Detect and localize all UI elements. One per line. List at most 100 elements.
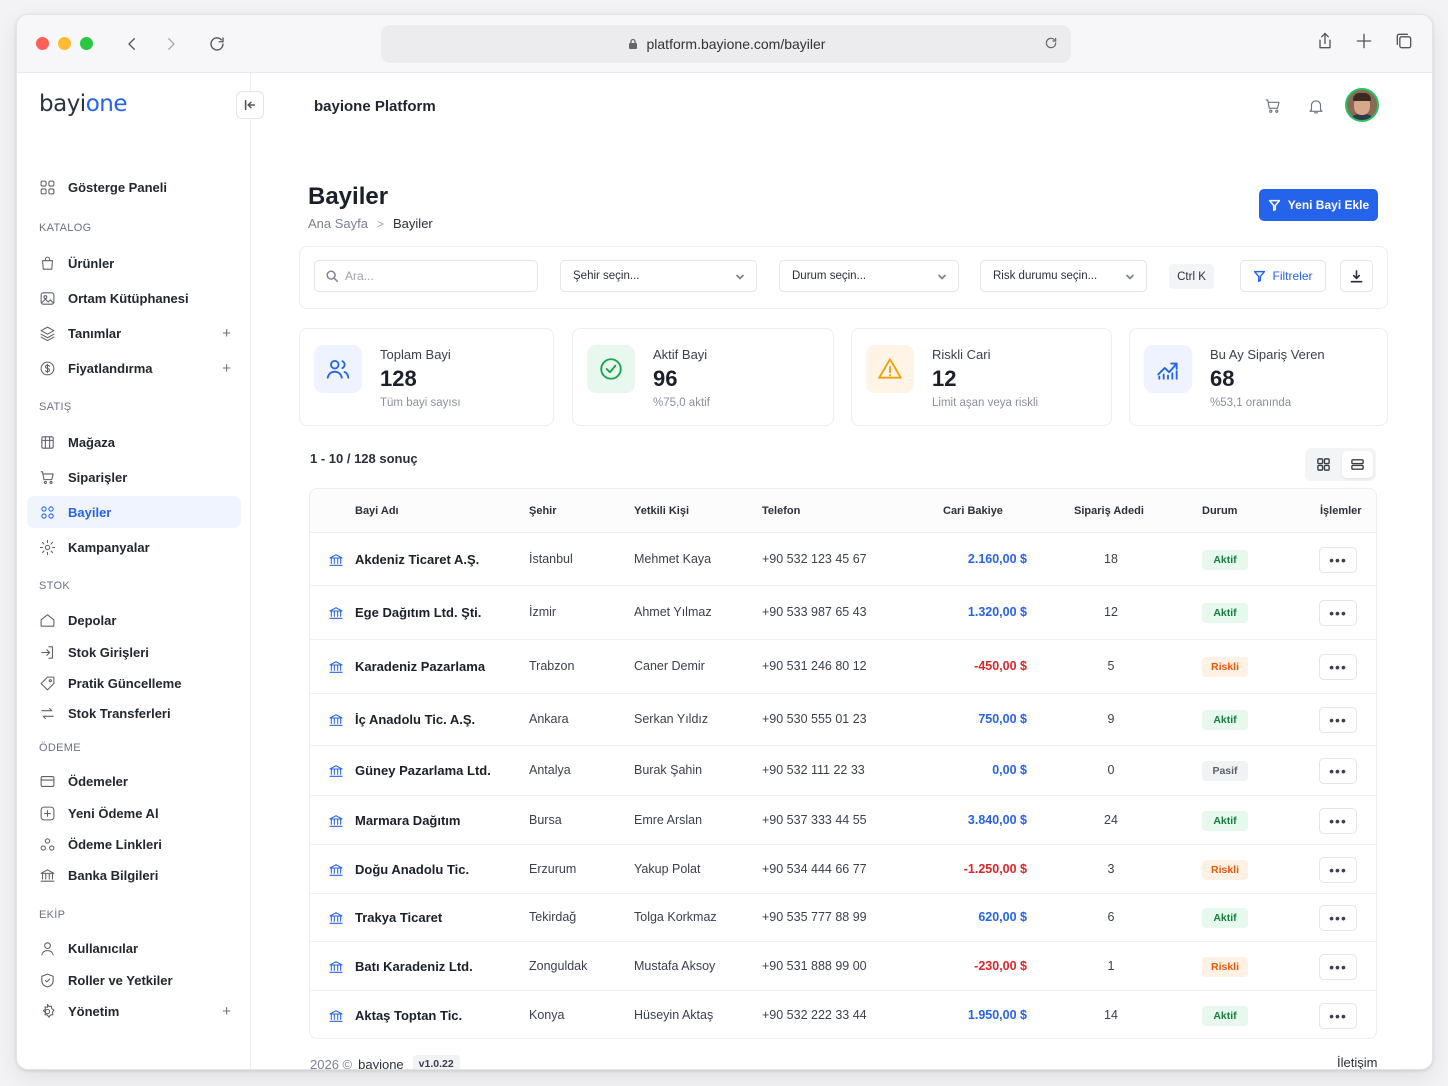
- contact-link[interactable]: İletişim: [1337, 1055, 1377, 1069]
- sidebar-item-yeni-odeme-al[interactable]: Yeni Ödeme Al: [27, 797, 241, 829]
- dealer-name[interactable]: Karadeniz Pazarlama: [355, 659, 485, 674]
- dealer-name[interactable]: Aktaş Toptan Tic.: [355, 1008, 462, 1023]
- row-actions-button[interactable]: •••: [1319, 954, 1357, 980]
- table-row[interactable]: Doğu Anadolu Tic. Erzurum Yakup Polat +90 5…: [310, 845, 1376, 894]
- sidebar-item-ortam-kutuphanesi[interactable]: Ortam Kütüphanesi: [27, 282, 241, 314]
- city-select[interactable]: Şehir seçin...: [560, 260, 757, 292]
- chevron-down-icon: [936, 271, 948, 283]
- table-row[interactable]: Aktaş Toptan Tic. Konya Hüseyin Aktaş +90 5…: [310, 991, 1376, 1038]
- row-actions-button[interactable]: •••: [1319, 1003, 1357, 1029]
- dealer-name[interactable]: Marmara Dağıtım: [355, 813, 460, 828]
- row-actions-button[interactable]: •••: [1319, 600, 1357, 626]
- table-row[interactable]: İç Anadolu Tic. A.Ş. Ankara Serkan Yıldız +…: [310, 694, 1376, 746]
- sidebar-item-tanimlar[interactable]: Tanımlar +: [27, 317, 241, 349]
- expand-icon[interactable]: +: [222, 325, 231, 342]
- column-header[interactable]: Bayi Adı: [355, 505, 399, 517]
- dealer-name[interactable]: Trakya Ticaret: [355, 910, 442, 925]
- sidebar-item-roller-ve-yetkiler[interactable]: Roller ve Yetkiler: [27, 964, 241, 996]
- expand-icon[interactable]: +: [222, 1003, 231, 1020]
- avatar[interactable]: [1345, 88, 1379, 122]
- row-actions-button[interactable]: •••: [1319, 547, 1357, 573]
- column-header[interactable]: Yetkili Kişi: [634, 505, 689, 517]
- footer: 2026 © bayione v1.0.22: [310, 1055, 460, 1069]
- sidebar-item-depolar[interactable]: Depolar: [27, 604, 241, 636]
- bank-icon: [328, 552, 344, 568]
- new-tab-icon[interactable]: [1354, 31, 1378, 55]
- breadcrumb-home[interactable]: Ana Sayfa: [308, 216, 368, 231]
- tabs-overview-icon[interactable]: [1394, 31, 1418, 55]
- grid-view-icon[interactable]: [1308, 451, 1339, 478]
- column-header[interactable]: Şehir: [529, 505, 557, 517]
- dealer-name[interactable]: Akdeniz Ticaret A.Ş.: [355, 552, 479, 567]
- row-actions-button[interactable]: •••: [1319, 707, 1357, 733]
- table-row[interactable]: Marmara Dağıtım Bursa Emre Arslan +90 537 3…: [310, 796, 1376, 845]
- table-row[interactable]: Batı Karadeniz Ltd. Zonguldak Mustafa Akso…: [310, 942, 1376, 991]
- bell-icon[interactable]: [1307, 97, 1327, 117]
- cart-icon: [39, 469, 56, 486]
- filters-button[interactable]: Filtreler: [1240, 260, 1326, 292]
- sidebar-item-fiyatlandirma[interactable]: Fiyatlandırma +: [27, 352, 241, 384]
- row-actions-button[interactable]: •••: [1319, 808, 1357, 834]
- table-row[interactable]: Güney Pazarlama Ltd. Antalya Burak Şahin +9…: [310, 746, 1376, 796]
- list-view-icon[interactable]: [1342, 451, 1373, 478]
- dealer-name[interactable]: Güney Pazarlama Ltd.: [355, 763, 491, 778]
- share-icon[interactable]: [1315, 31, 1339, 55]
- sidebar-item-banka-bilgileri[interactable]: Banka Bilgileri: [27, 859, 241, 891]
- search-input[interactable]: Ara...: [314, 260, 538, 292]
- table-row[interactable]: Ege Dağıtım Ltd. Şti. İzmir Ahmet Yılmaz +9…: [310, 586, 1376, 640]
- dealer-order-count: 12: [1104, 605, 1118, 619]
- close-window-button[interactable]: [36, 37, 49, 50]
- stat-sub: Tüm bayi sayısı: [380, 397, 461, 409]
- sidebar-item-stok-girisleri[interactable]: Stok Girişleri: [27, 636, 241, 668]
- address-bar[interactable]: platform.bayione.com/bayiler: [381, 25, 1071, 63]
- cart-icon[interactable]: [1264, 97, 1284, 117]
- sidebar-item-urunler[interactable]: Ürünler: [27, 247, 241, 279]
- sidebar-item-stok-transferleri[interactable]: Stok Transferleri: [27, 697, 241, 729]
- sidebar-item-pratik-guncelleme[interactable]: Pratik Güncelleme: [27, 667, 241, 699]
- row-actions-button[interactable]: •••: [1319, 758, 1357, 784]
- row-actions-button[interactable]: •••: [1319, 654, 1357, 680]
- chevron-right-icon: >: [377, 216, 385, 231]
- sidebar-item-kampanyalar[interactable]: Kampanyalar: [27, 531, 241, 563]
- url-reload-icon[interactable]: [1043, 35, 1061, 53]
- status-select[interactable]: Durum seçin...: [779, 260, 959, 292]
- table-row[interactable]: Trakya Ticaret Tekirdağ Tolga Korkmaz +90 5…: [310, 894, 1376, 942]
- column-header[interactable]: Sipariş Adedi: [1074, 505, 1144, 517]
- column-header[interactable]: İşlemler: [1320, 505, 1362, 517]
- dealer-phone: +90 537 333 44 55: [762, 813, 867, 827]
- column-header[interactable]: Cari Bakiye: [943, 505, 1003, 517]
- forward-icon[interactable]: [158, 31, 184, 57]
- sidebar-item-kullanicilar[interactable]: Kullanıcılar: [27, 932, 241, 964]
- column-header[interactable]: Durum: [1202, 505, 1237, 517]
- dealer-balance: 750,00 $: [978, 712, 1027, 726]
- dealer-name[interactable]: Doğu Anadolu Tic.: [355, 862, 469, 877]
- section-ekip: EKİP: [39, 909, 66, 921]
- sidebar-item-magaza[interactable]: Mağaza: [27, 426, 241, 458]
- row-actions-button[interactable]: •••: [1319, 857, 1357, 883]
- download-button[interactable]: [1340, 260, 1373, 292]
- expand-icon[interactable]: +: [222, 360, 231, 377]
- sidebar-item-dashboard[interactable]: Gösterge Paneli: [27, 171, 241, 203]
- back-icon[interactable]: [119, 31, 145, 57]
- logo[interactable]: bayione: [39, 91, 128, 117]
- sidebar-item-yonetim[interactable]: Yönetim +: [27, 995, 241, 1027]
- chevron-down-icon: [734, 271, 746, 283]
- dealer-name[interactable]: Ege Dağıtım Ltd. Şti.: [355, 605, 481, 620]
- table-row[interactable]: Karadeniz Pazarlama Trabzon Caner Demir +90…: [310, 640, 1376, 694]
- row-actions-button[interactable]: •••: [1319, 905, 1357, 931]
- maximize-window-button[interactable]: [80, 37, 93, 50]
- sidebar-item-odeme-linkleri[interactable]: Ödeme Linkleri: [27, 828, 241, 860]
- risk-select[interactable]: Risk durumu seçin...: [980, 260, 1147, 292]
- column-header[interactable]: Telefon: [762, 505, 800, 517]
- dealer-name[interactable]: Batı Karadeniz Ltd.: [355, 959, 473, 974]
- collapse-sidebar-button[interactable]: [236, 91, 264, 119]
- shield-icon: [39, 972, 56, 989]
- sidebar-item-bayiler[interactable]: Bayiler: [27, 496, 241, 528]
- sidebar-item-siparisler[interactable]: Siparişler: [27, 461, 241, 493]
- table-row[interactable]: Akdeniz Ticaret A.Ş. İstanbul Mehmet Kaya +…: [310, 533, 1376, 586]
- dealer-name[interactable]: İç Anadolu Tic. A.Ş.: [355, 712, 475, 727]
- minimize-window-button[interactable]: [58, 37, 71, 50]
- add-dealer-button[interactable]: Yeni Bayi Ekle: [1259, 189, 1378, 221]
- sidebar-item-odemeler[interactable]: Ödemeler: [27, 765, 241, 797]
- reload-icon[interactable]: [204, 31, 230, 57]
